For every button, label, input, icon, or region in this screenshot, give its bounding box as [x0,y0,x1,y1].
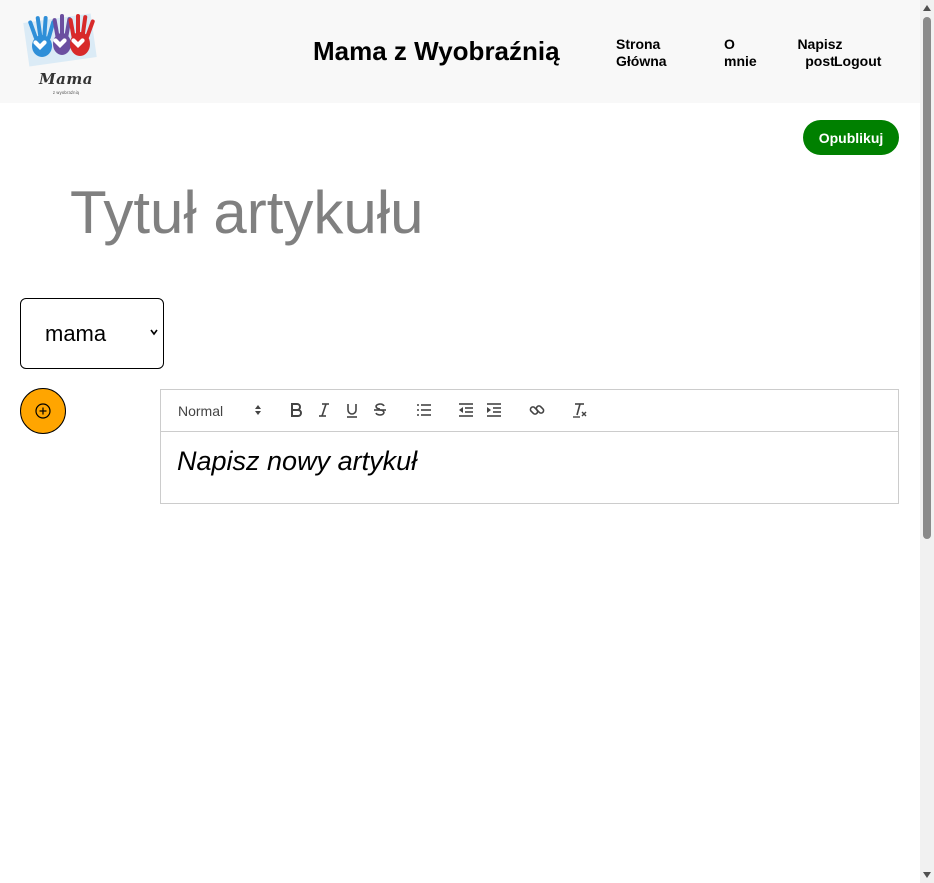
strikethrough-icon[interactable] [373,402,387,418]
scroll-down-arrow-icon[interactable] [923,871,931,879]
site-title: Mama z Wyobraźnią [313,36,560,66]
publish-button[interactable]: Opublikuj [803,120,899,155]
format-select[interactable]: Normal [178,403,263,419]
page-scrollbar[interactable] [920,0,934,883]
scrollbar-thumb[interactable] [923,17,931,539]
outdent-icon[interactable] [458,402,474,418]
logo-text: Mama [39,70,93,88]
article-title-input[interactable] [70,175,770,250]
logo[interactable]: Mama z wyobraźnią [20,10,110,100]
underline-icon[interactable] [345,402,359,418]
editor-content[interactable]: Napisz nowy artykuł [177,446,417,477]
format-select-value: Normal [178,403,224,419]
chevron-down-icon [150,329,158,336]
logo-subtext: z wyobraźnią [52,90,80,95]
category-selected-value: mama [45,321,107,346]
clear-format-icon[interactable] [572,402,588,418]
bullet-list-icon[interactable] [416,402,432,418]
sort-arrows-icon [255,405,261,415]
nav-logout-link[interactable]: Logout [834,53,881,70]
bold-icon[interactable] [289,402,303,418]
link-icon[interactable] [529,402,545,418]
site-header: Mama z wyobraźnią Mama z Wyobraźnią Stro… [0,0,920,103]
nav-home-link[interactable]: Strona Główna [616,36,686,70]
plus-circle-icon [35,403,51,419]
category-select[interactable]: mama [20,298,164,369]
editor-toolbar: Normal [161,390,898,432]
nav-about-link[interactable]: O mnie [724,36,764,70]
italic-icon[interactable] [317,402,331,418]
add-block-button[interactable] [20,388,66,434]
indent-icon[interactable] [486,402,502,418]
scroll-up-arrow-icon[interactable] [923,4,931,12]
rich-text-editor: Normal Napisz nowy artykuł [160,389,899,504]
